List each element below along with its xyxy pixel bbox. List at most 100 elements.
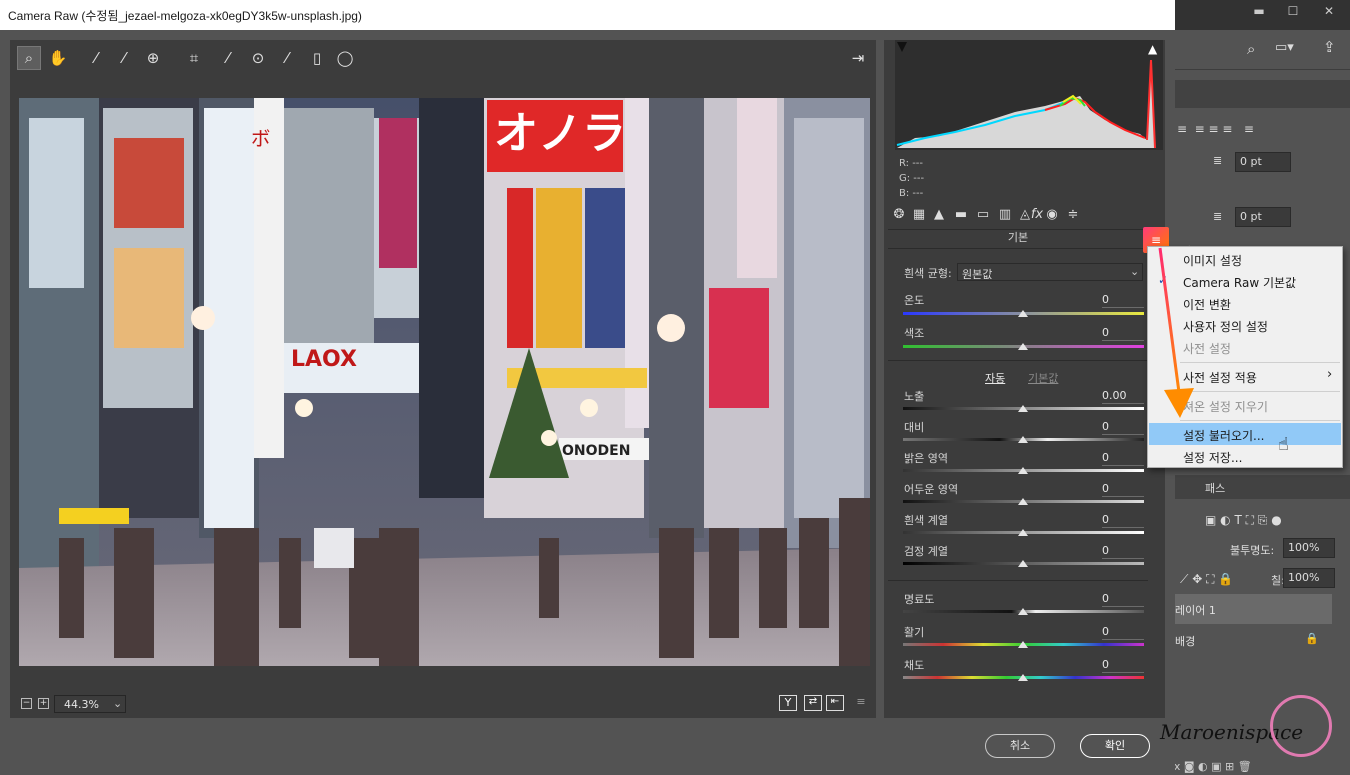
targeted-adjust-icon[interactable]: ⊕ xyxy=(141,46,165,70)
minimize-icon[interactable]: ▬ xyxy=(1243,0,1275,22)
swap-icon[interactable]: ⇄ xyxy=(804,695,822,711)
chevron-down-icon: ⌄ xyxy=(1130,265,1140,278)
camera-calibration-icon[interactable]: ◉ xyxy=(1043,207,1061,225)
default-link[interactable]: 기본값 xyxy=(1028,370,1058,386)
slider-value-vibrance[interactable]: 0 xyxy=(1102,625,1144,640)
white-balance-select[interactable]: 원본값 ⌄ xyxy=(957,263,1143,281)
opacity-input[interactable]: 100% xyxy=(1283,538,1335,558)
export-icon[interactable]: ⇥ xyxy=(846,46,870,70)
spot-removal-icon[interactable]: ⁄ xyxy=(216,46,240,70)
slider-thumb[interactable] xyxy=(1018,310,1028,317)
slider-thumb[interactable] xyxy=(1018,343,1028,350)
slider-thumb[interactable] xyxy=(1018,560,1028,567)
photoshop-options-bar: ⌕ ▭▾ ⇪ xyxy=(1175,30,1350,70)
menu-item-save-settings[interactable]: 설정 저장... xyxy=(1149,445,1341,467)
svg-text:ボ: ボ xyxy=(247,128,271,148)
search-icon[interactable]: ⌕ xyxy=(1247,40,1255,58)
highlight-clip-warning-icon[interactable]: ▲ xyxy=(1148,42,1157,56)
zoom-in-button[interactable]: + xyxy=(38,698,49,709)
slider-value-contrast[interactable]: 0 xyxy=(1102,420,1144,435)
white-balance-icon[interactable]: ⁄ xyxy=(84,46,108,70)
slider-thumb[interactable] xyxy=(1018,467,1028,474)
slider-value-saturation[interactable]: 0 xyxy=(1102,658,1144,673)
lock-icons[interactable]: ⟋ ✥ ⛶ 🔒 xyxy=(1180,572,1233,587)
submenu-arrow-icon: › xyxy=(1327,367,1333,382)
tone-curve-icon[interactable]: ▦ xyxy=(910,207,928,225)
space-after-icon: ≣ xyxy=(1213,210,1223,223)
zoom-icon[interactable]: ⌕ xyxy=(17,46,41,70)
before-after-toggle[interactable]: Y xyxy=(779,695,797,711)
shadow-clip-warning xyxy=(897,42,907,52)
fill-input[interactable]: 100% xyxy=(1283,568,1335,588)
panel-tab-row xyxy=(1175,80,1350,108)
layers-tab-row xyxy=(1175,475,1350,499)
detail-icon[interactable]: ▲ xyxy=(930,207,948,225)
window-title: Camera Raw (수정됨_jezael-melgoza-xk0egDY3k… xyxy=(0,0,1175,30)
slider-thumb[interactable] xyxy=(1018,641,1028,648)
zoom-select[interactable]: 44.3% ⌄ xyxy=(54,695,126,713)
red-eye-icon[interactable]: ⊙ xyxy=(246,46,270,70)
layer-name: 레이어 1 xyxy=(1175,604,1216,617)
hsl-icon[interactable]: ▬ xyxy=(952,207,970,225)
annotation-arrow xyxy=(1150,240,1210,430)
filter-icons[interactable]: ▣ ◐ T ⛶ ⎘ ● xyxy=(1205,513,1282,528)
slider-thumb[interactable] xyxy=(1018,674,1028,681)
ok-button[interactable]: 확인 xyxy=(1080,734,1150,758)
white-balance-label: 흰색 균형: xyxy=(904,267,952,280)
basic-panel-icon[interactable]: ❂ xyxy=(890,207,908,225)
graduated-filter-icon[interactable]: ▯ xyxy=(305,46,329,70)
readout-r: R: --- xyxy=(899,158,924,169)
slider-thumb[interactable] xyxy=(1018,436,1028,443)
radial-filter-icon[interactable]: ◯ xyxy=(333,46,357,70)
auto-link[interactable]: 자동 xyxy=(985,370,1005,386)
preview-photo[interactable]: ボ LAOX オノラ ONODEN xyxy=(19,98,870,666)
slider-value-whites[interactable]: 0 xyxy=(1102,513,1144,528)
slider-value-exposure[interactable]: 0.00 xyxy=(1102,389,1144,404)
status-bar: − + 44.3% ⌄ Y ⇄ ⇤ ≡ xyxy=(10,690,876,718)
svg-text:LAOX: LAOX xyxy=(291,347,357,372)
slider-thumb[interactable] xyxy=(1018,405,1028,412)
adjustment-brush-icon[interactable]: ⁄ xyxy=(275,46,299,70)
copy-settings-icon[interactable]: ⇤ xyxy=(826,695,844,711)
align-icons[interactable]: ≡ ≡ ≡ ≡ ≡ xyxy=(1177,122,1254,136)
crop-icon[interactable]: ⌗ xyxy=(182,46,206,70)
maximize-icon[interactable]: ☐ xyxy=(1277,0,1309,22)
photoshop-titlebar: ▬ ☐ ✕ xyxy=(1175,0,1350,30)
cancel-button[interactable]: 취소 xyxy=(985,734,1055,758)
slider-value-tint[interactable]: 0 xyxy=(1102,326,1144,341)
slider-label-whites: 흰색 계열 xyxy=(904,514,948,527)
slider-thumb[interactable] xyxy=(1018,529,1028,536)
layer-item-background[interactable]: 배경 🔒 xyxy=(1175,625,1332,655)
workspace-icon[interactable]: ▭▾ xyxy=(1275,40,1294,55)
slider-thumb[interactable] xyxy=(1018,498,1028,505)
lens-corrections-icon[interactable]: ▥ xyxy=(996,207,1014,225)
toolbar: ⌕ ✋ ⁄ ⁄ ⊕ ⌗ ⁄ ⊙ ⁄ ▯ ◯ ⇥ xyxy=(10,40,876,76)
mouse-cursor-icon: ☝ xyxy=(1278,434,1289,455)
split-toning-icon[interactable]: ▭ xyxy=(974,207,992,225)
divider xyxy=(888,360,1148,361)
color-sampler-icon[interactable]: ⁄ xyxy=(112,46,136,70)
slider-value-clarity[interactable]: 0 xyxy=(1102,592,1144,607)
zoom-out-button[interactable]: − xyxy=(21,698,32,709)
slider-value-blacks[interactable]: 0 xyxy=(1102,544,1144,559)
slider-label-vibrance: 활기 xyxy=(904,626,925,639)
slider-value-highlights[interactable]: 0 xyxy=(1102,451,1144,466)
white-balance-value: 원본값 xyxy=(962,268,993,281)
layer-name: 배경 xyxy=(1175,635,1196,648)
presets-icon[interactable]: ≑ xyxy=(1064,207,1082,225)
layers-footer-icons[interactable]: fx ◙ ◐ ▣ ⊞ 🗑 xyxy=(1170,760,1345,774)
indent-field-2[interactable]: 0 pt xyxy=(1235,207,1291,227)
slider-label-clarity: 명료도 xyxy=(904,593,935,606)
layer-item-layer-1[interactable]: 레이어 1 xyxy=(1175,594,1332,624)
hand-icon[interactable]: ✋ xyxy=(46,46,70,70)
readout-g: G: --- xyxy=(899,173,925,184)
settings-sliders-icon[interactable]: ≡ xyxy=(852,695,870,711)
indent-field-1[interactable]: 0 pt xyxy=(1235,152,1291,172)
close-icon[interactable]: ✕ xyxy=(1313,0,1345,22)
tab-paths[interactable]: 패스 xyxy=(1205,480,1225,496)
slider-thumb[interactable] xyxy=(1018,608,1028,615)
slider-value-shadows[interactable]: 0 xyxy=(1102,482,1144,497)
share-icon[interactable]: ⇪ xyxy=(1323,38,1336,56)
indent-icon: ≣ xyxy=(1213,154,1223,167)
slider-value-temperature[interactable]: 0 xyxy=(1102,293,1144,308)
